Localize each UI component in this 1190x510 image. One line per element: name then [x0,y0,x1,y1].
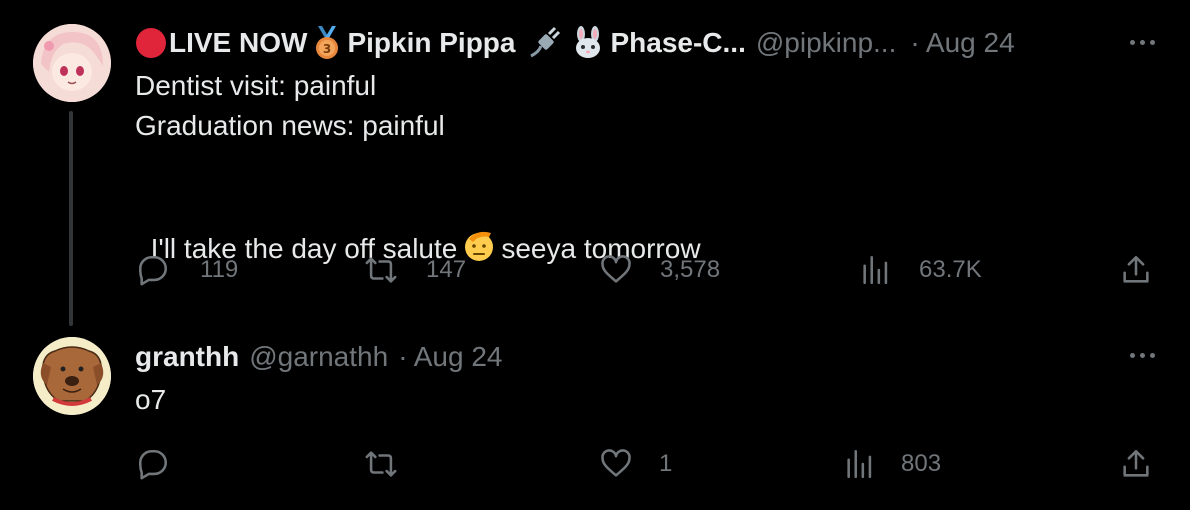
analytics-icon [863,255,888,285]
like-button[interactable]: 3,578 [599,253,720,287]
display-name-prefix[interactable]: LIVE NOW [169,27,307,59]
views-count: 63.7K [919,256,982,283]
heart-icon [601,255,631,283]
display-name-main[interactable]: Pipkin Pippa [347,27,515,59]
retweet-button[interactable] [364,447,426,481]
display-name[interactable]: granthh [135,341,239,373]
share-icon [1123,255,1149,283]
display-name-suffix[interactable]: Phase-C... [610,27,745,59]
saluting-face-icon [461,227,497,274]
like-button[interactable]: 1 [599,447,672,481]
heart-icon [601,449,631,477]
thread-connector-line [69,111,73,326]
more-options-icon[interactable] [1130,40,1155,45]
views-count: 803 [901,450,942,477]
red-circle-icon [135,27,167,59]
views-button[interactable]: 803 [843,447,941,481]
analytics-icon [847,449,872,479]
share-icon [1123,449,1149,477]
third-place-medal-icon: 3 [312,26,342,60]
retweet-icon [365,257,397,283]
share-button[interactable] [1119,253,1153,287]
avatar-granthh[interactable] [33,337,111,415]
tweet2-header: granthh @garnathh · Aug 24 [135,340,503,374]
retweet-count: 147 [426,256,467,283]
handle[interactable]: @pipkinp... [756,27,897,59]
tweet1-line-1: Dentist visit: painful [135,70,377,101]
like-count: 3,578 [660,256,721,283]
reply-button[interactable]: 119 [136,253,238,287]
handle[interactable]: @garnathh [249,341,388,373]
plug-icon [527,26,561,60]
share-button[interactable] [1119,447,1153,481]
tweet2-text: o7 [135,384,167,415]
tweet1-header: LIVE NOW 3 Pipkin Pippa Phase-C... @pipk… [135,26,1015,60]
timestamp[interactable]: · Aug 24 [398,341,502,373]
tweet1-line-2: Graduation news: painful [135,110,445,141]
retweet-button[interactable]: 147 [364,253,466,287]
reply-count: 119 [200,256,239,283]
reply-button[interactable] [136,447,198,481]
timestamp[interactable]: · Aug 24 [910,27,1014,59]
views-button[interactable]: 63.7K [859,253,982,287]
like-count: 1 [659,450,673,477]
svg-text:3: 3 [323,42,331,56]
reply-icon [138,255,168,286]
more-options-icon[interactable] [1130,353,1155,358]
rabbit-icon [571,26,605,60]
avatar-pipkin[interactable] [33,24,111,102]
reply-icon [138,449,168,480]
retweet-icon [365,451,397,477]
